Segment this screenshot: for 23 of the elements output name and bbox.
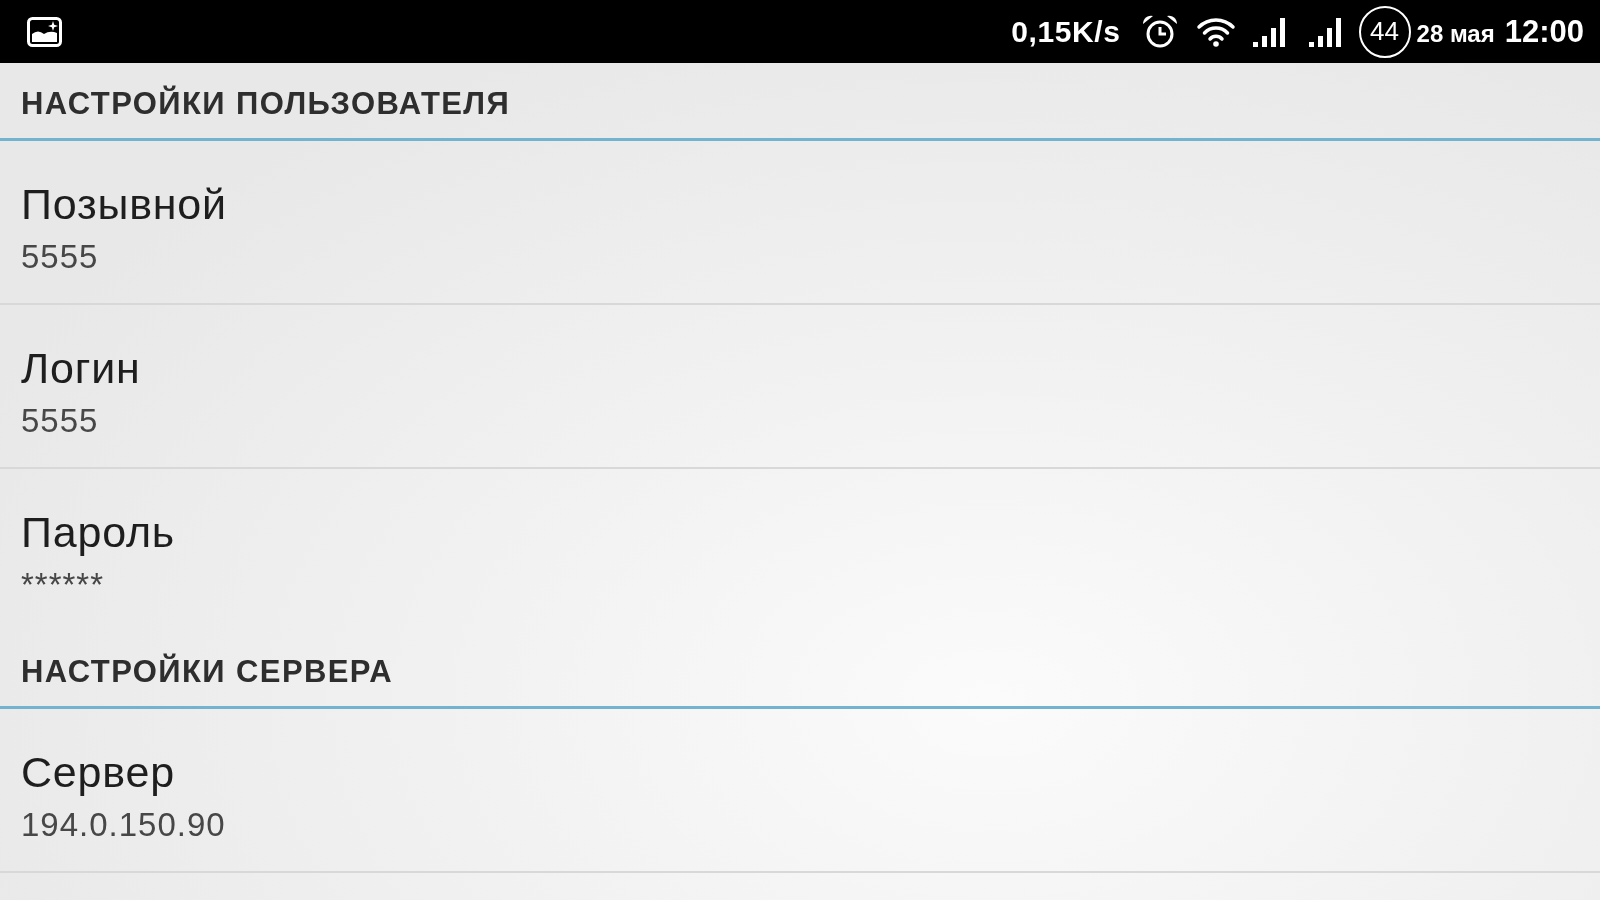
signal-icon [1308,16,1341,47]
setting-title: Пароль [21,508,175,556]
section-title: НАСТРОЙКИ ПОЛЬЗОВАТЕЛЯ [21,85,511,122]
section-title: НАСТРОЙКИ СЕРВЕРА [21,653,393,690]
picture-icon [27,16,62,47]
settings-item[interactable]: Логин 5555 [0,305,1600,469]
setting-title: Позывной [21,180,227,228]
signal-icon [1252,16,1285,47]
status-time: 12:00 [1504,13,1584,50]
settings-item[interactable]: Сервер 194.0.150.90 [0,709,1600,873]
setting-title: Сервер [21,748,175,796]
setting-value: 194.0.150.90 [21,805,226,845]
alarm-clock-icon [1140,13,1179,50]
setting-value: 5555 [21,401,99,441]
setting-value: 5555 [21,237,99,277]
network-speed: 0,15K/s [1011,14,1121,49]
battery-indicator: 44 [1358,5,1411,58]
settings-item[interactable]: Пароль ****** [0,469,1600,631]
setting-value: ****** [21,565,105,605]
settings-item[interactable]: Позывной 5555 [0,141,1600,305]
status-date: 28 мая [1416,18,1495,48]
setting-title: Логин [21,344,141,392]
wifi-icon [1195,16,1236,47]
